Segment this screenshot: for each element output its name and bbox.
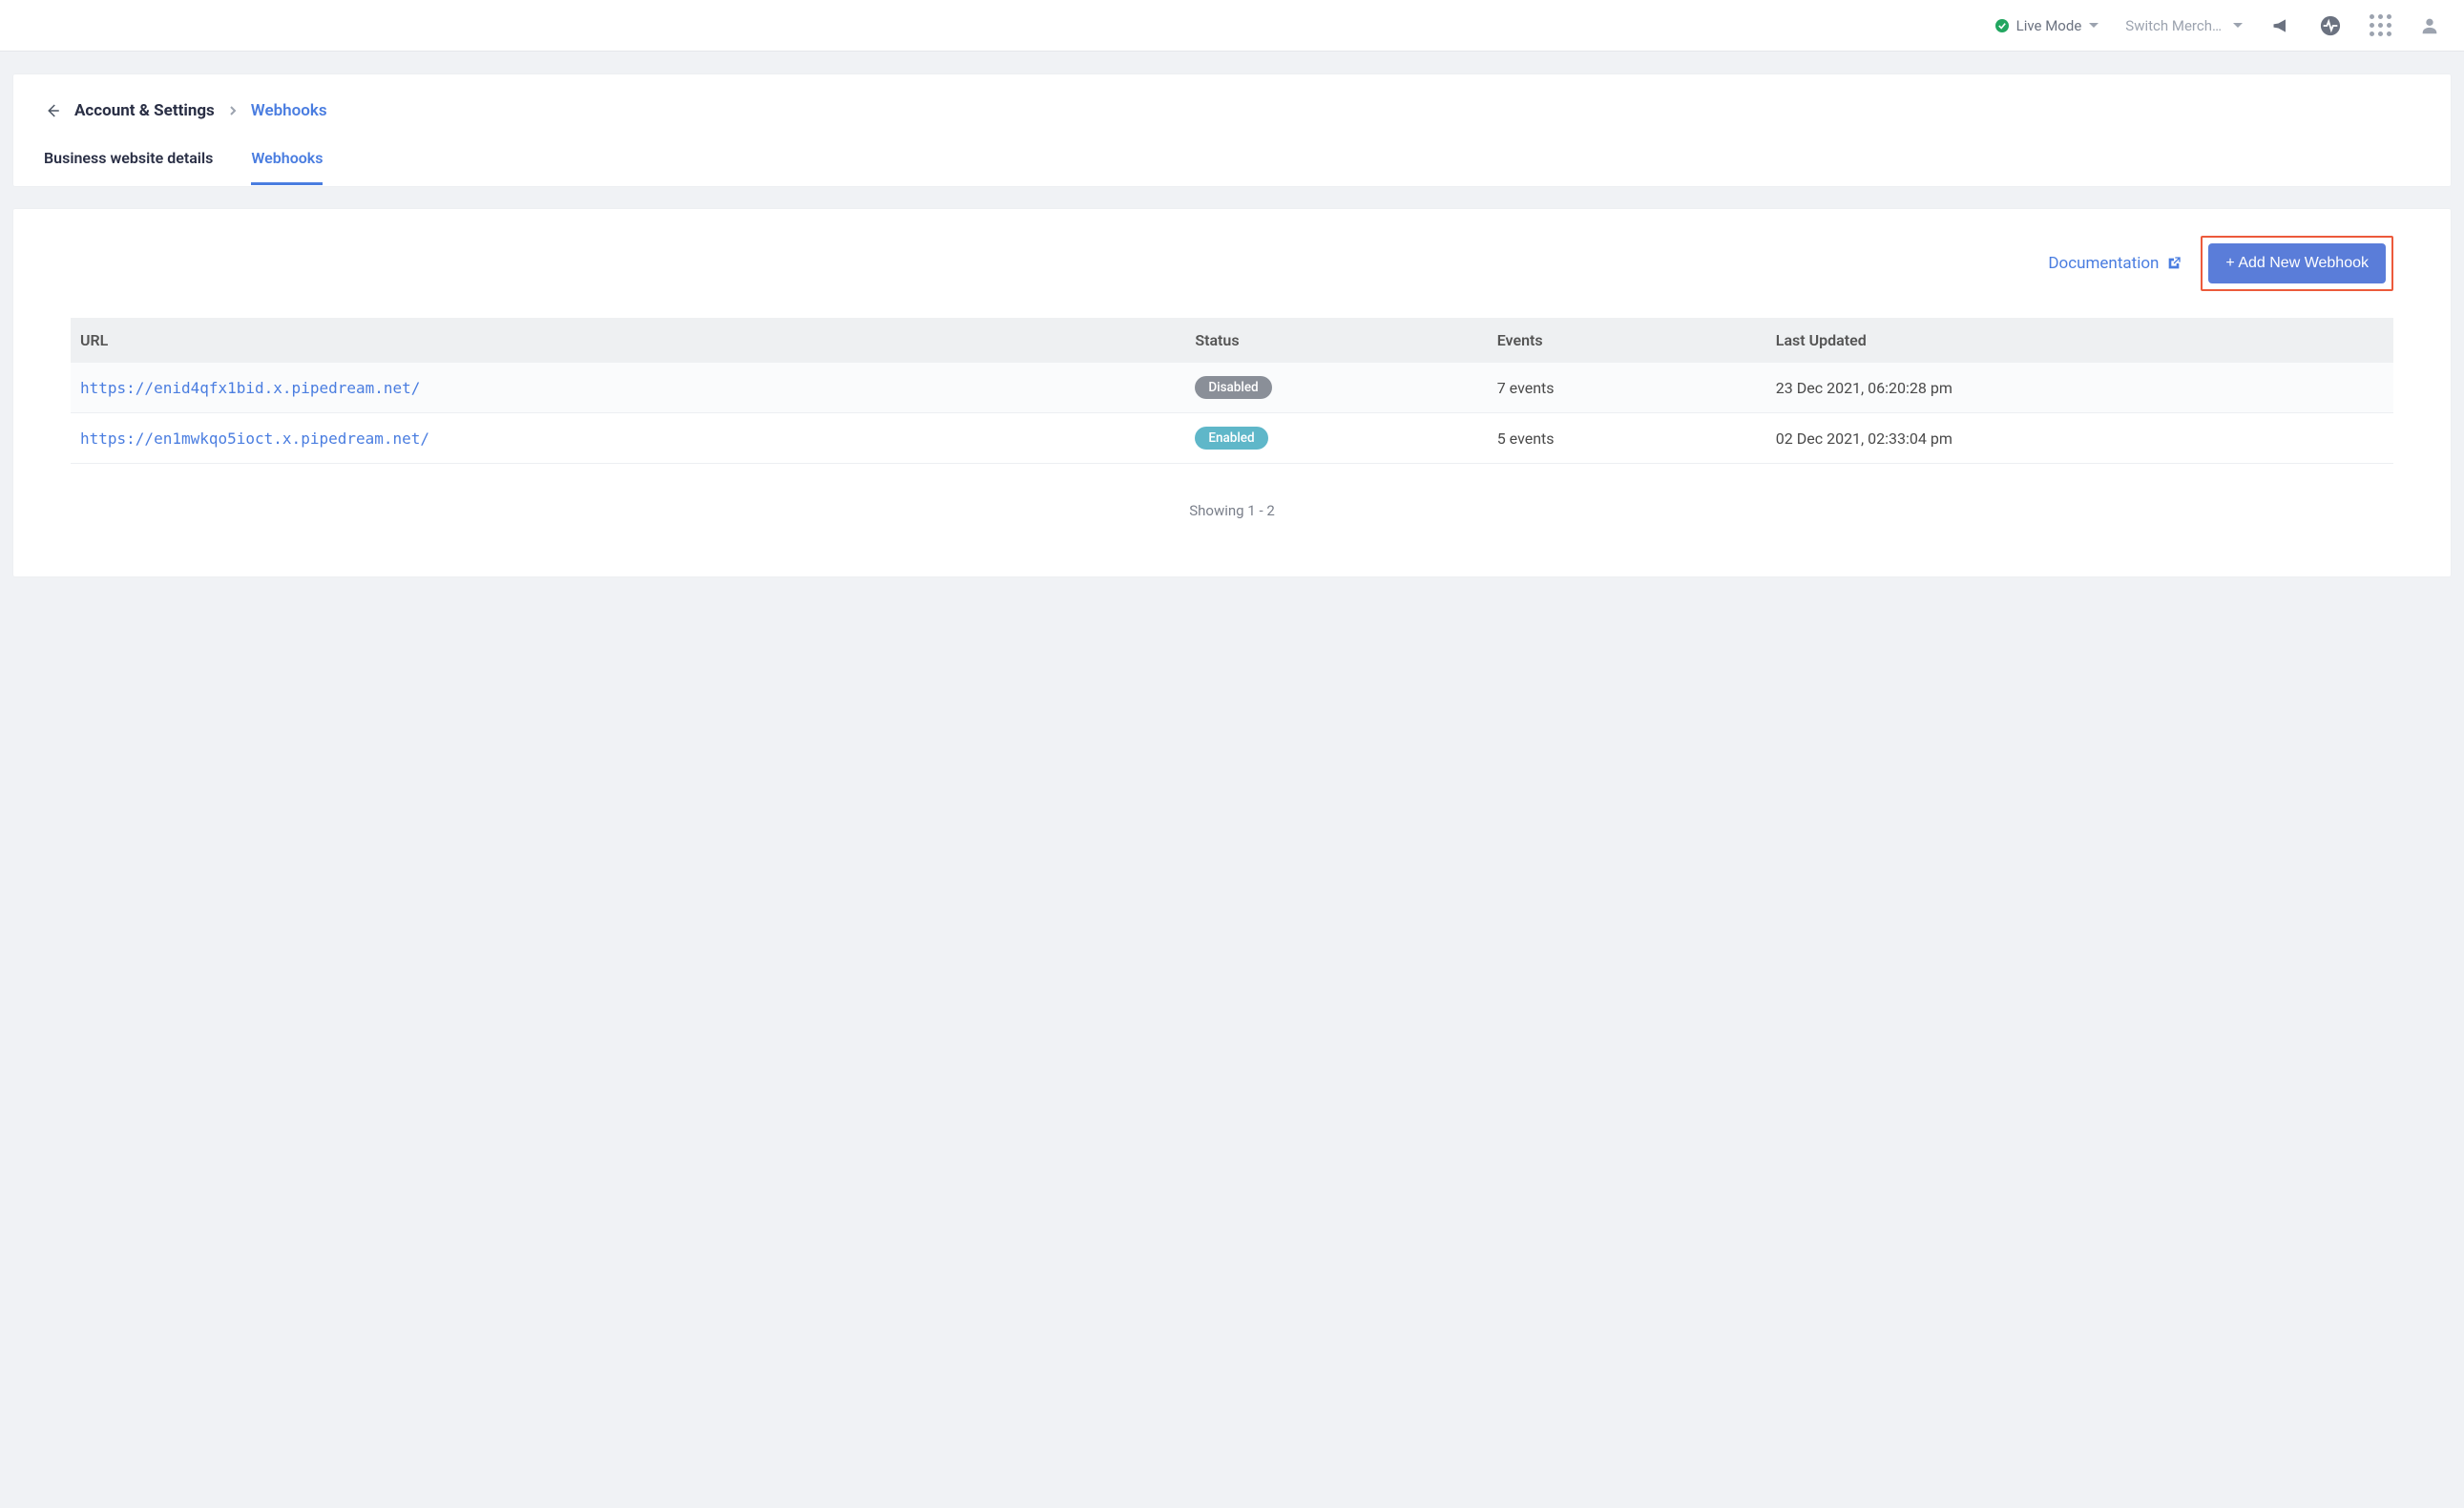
breadcrumb: Account & Settings Webhooks xyxy=(44,101,2420,120)
breadcrumb-parent[interactable]: Account & Settings xyxy=(74,101,215,120)
events-cell: 5 events xyxy=(1488,413,1766,464)
switch-merchant-label: Switch Merch… xyxy=(2125,17,2222,34)
col-status: Status xyxy=(1185,318,1487,363)
add-webhook-highlight: + Add New Webhook xyxy=(2201,236,2393,291)
updated-cell: 02 Dec 2021, 02:33:04 pm xyxy=(1766,413,2393,464)
webhook-url-link[interactable]: https://en1mwkqo5ioct.x.pipedream.net/ xyxy=(80,429,429,448)
activity-icon[interactable] xyxy=(2319,14,2342,37)
status-badge: Enabled xyxy=(1195,427,1267,450)
col-events: Events xyxy=(1488,318,1766,363)
col-updated: Last Updated xyxy=(1766,318,2393,363)
events-cell: 7 events xyxy=(1488,363,1766,413)
mode-selector[interactable]: Live Mode xyxy=(1995,17,2099,34)
updated-cell: 23 Dec 2021, 06:20:28 pm xyxy=(1766,363,2393,413)
table-row[interactable]: https://enid4qfx1bid.x.pipedream.net/ Di… xyxy=(71,363,2393,413)
status-badge: Disabled xyxy=(1195,376,1271,399)
table-row[interactable]: https://en1mwkqo5ioct.x.pipedream.net/ E… xyxy=(71,413,2393,464)
chevron-down-icon xyxy=(2089,23,2099,28)
chevron-right-icon xyxy=(228,101,238,120)
back-arrow-icon[interactable] xyxy=(44,102,61,119)
check-circle-icon xyxy=(1995,19,2009,32)
switch-merchant-selector[interactable]: Switch Merch… xyxy=(2125,17,2243,34)
webhooks-table: URL Status Events Last Updated https://e… xyxy=(71,318,2393,464)
apps-grid-icon[interactable] xyxy=(2369,14,2391,37)
external-link-icon xyxy=(2166,256,2182,271)
documentation-label: Documentation xyxy=(2048,254,2159,273)
add-new-webhook-button[interactable]: + Add New Webhook xyxy=(2208,243,2386,283)
pagination-summary: Showing 1 - 2 xyxy=(71,502,2393,519)
user-profile-icon[interactable] xyxy=(2418,14,2441,37)
tab-webhooks[interactable]: Webhooks xyxy=(251,149,323,185)
breadcrumb-current: Webhooks xyxy=(251,101,327,120)
tab-business-website-details[interactable]: Business website details xyxy=(44,149,213,185)
webhook-url-link[interactable]: https://enid4qfx1bid.x.pipedream.net/ xyxy=(80,379,420,397)
col-url: URL xyxy=(71,318,1185,363)
chevron-down-icon xyxy=(2233,23,2243,28)
announcement-icon[interactable] xyxy=(2269,14,2292,37)
mode-label: Live Mode xyxy=(2016,17,2082,34)
documentation-link[interactable]: Documentation xyxy=(2048,254,2182,273)
